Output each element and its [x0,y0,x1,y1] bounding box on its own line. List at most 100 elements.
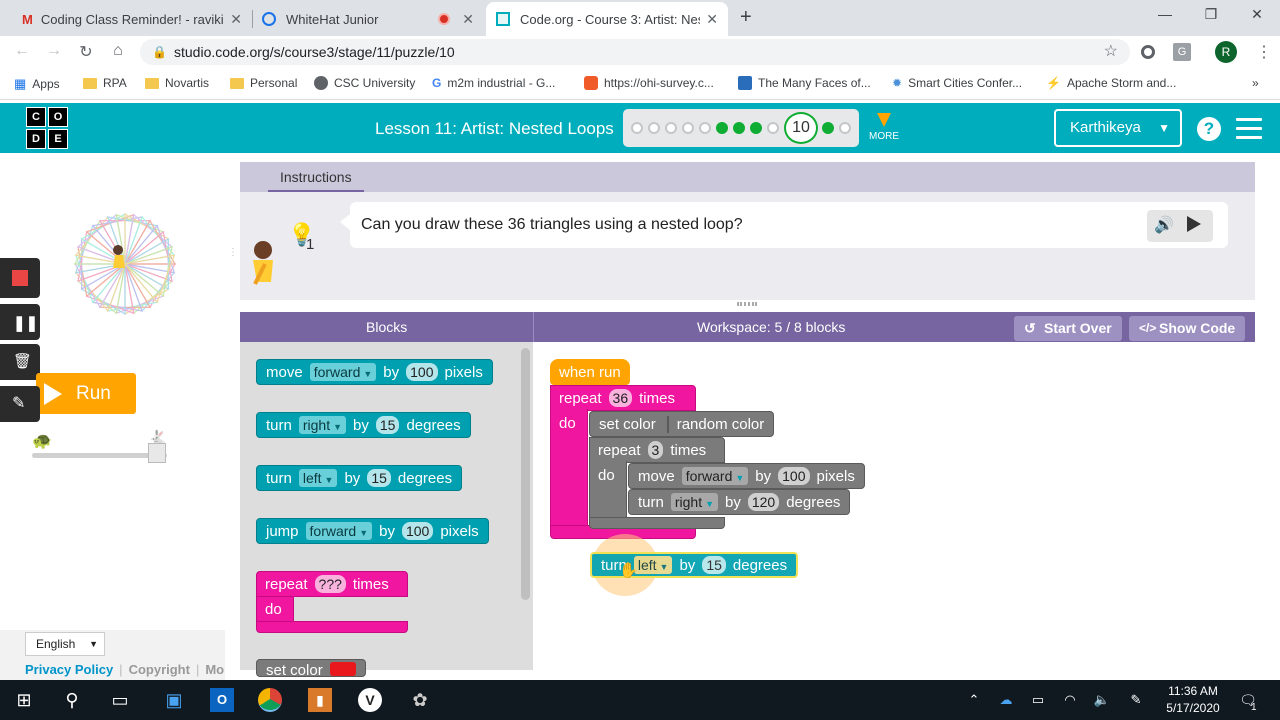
bookmark-m2m[interactable]: Gm2m industrial - G... [432,76,555,90]
direction-dropdown[interactable]: right ▼ [670,493,719,511]
bookmark-csc[interactable]: CSC University [314,76,415,90]
profile-avatar[interactable]: R [1215,41,1237,63]
progress-dot[interactable] [699,122,711,134]
url-field[interactable]: 🔒 studio.code.org/s/course3/stage/11/puz… [140,39,1130,65]
search-icon[interactable]: ⚲ [60,688,84,712]
progress-dot[interactable] [648,122,660,134]
v-app-icon[interactable]: V [358,688,382,712]
progress-dot-complete[interactable] [750,122,762,134]
toolbox-turn-left-block[interactable]: turn left ▼ by 15 degrees [256,465,463,491]
battery-icon[interactable]: ▭ [1026,688,1050,712]
restore-icon[interactable]: ❐ [1201,6,1221,23]
number-field[interactable]: 100 [778,467,810,485]
show-code-button[interactable]: </> Show Code [1129,316,1246,341]
extension-icon[interactable] [1141,45,1155,59]
forward-icon[interactable]: → [44,42,64,60]
tab-whitehat[interactable]: WhiteHat Junior ✕ [252,2,484,36]
direction-dropdown[interactable]: forward ▼ [681,467,749,485]
resize-handle-icon[interactable]: ⋮ [228,248,238,258]
speed-slider[interactable] [32,453,167,458]
bookmark-novartis[interactable]: Novartis [145,76,209,90]
run-button[interactable]: Run [36,373,136,414]
bookmark-apps[interactable]: ▦ Apps [14,76,60,92]
progress-dot[interactable] [839,122,851,134]
progress-dot-complete[interactable] [733,122,745,134]
number-field[interactable]: 15 [367,469,391,487]
volume-icon[interactable]: 🔈 [1090,688,1114,712]
new-tab-icon[interactable]: + [740,6,752,29]
progress-dot[interactable] [665,122,677,134]
start-over-button[interactable]: ↺ Start Over [1014,316,1122,341]
number-field[interactable]: 15 [375,416,400,434]
windows-start-icon[interactable]: ⊞ [12,688,36,712]
toolbox-set-color-block[interactable]: set color [256,659,366,677]
direction-dropdown[interactable]: right ▼ [298,416,347,434]
progress-dot[interactable] [682,122,694,134]
number-field[interactable]: 3 [647,441,664,459]
toolbox-jump-block[interactable]: jump forward ▼ by 100 pixels [256,518,489,544]
number-field[interactable]: 15 [702,556,726,574]
progress-dot-complete[interactable] [716,122,728,134]
menu-icon[interactable]: ⋮ [1256,42,1272,62]
number-field[interactable]: 120 [747,493,780,511]
hamburger-menu-icon[interactable] [1236,118,1262,145]
paint-icon[interactable]: ✿ [408,688,432,712]
privacy-policy-link[interactable]: Privacy Policy [25,662,113,677]
number-field[interactable]: 100 [401,522,434,540]
lesson-title[interactable]: Lesson 11: Artist: Nested Loops [375,119,614,139]
more-bookmarks-icon[interactable]: » [1252,76,1259,90]
outlook-icon[interactable]: O [210,688,234,712]
close-icon[interactable]: ✕ [462,11,474,28]
toolbox-turn-right-block[interactable]: turn right ▼ by 15 degrees [256,412,471,438]
color-swatch[interactable] [329,662,356,676]
direction-dropdown[interactable]: forward ▼ [309,363,377,381]
home-icon[interactable]: ⌂ [108,42,128,60]
recorder-draw[interactable]: ✎ [0,386,40,422]
bookmark-apache[interactable]: ⚡ Apache Storm and... [1046,76,1176,90]
recorder-pause[interactable]: ❚❚ [0,304,40,340]
minimize-icon[interactable]: — [1155,6,1175,22]
reload-icon[interactable]: ↻ [76,42,96,62]
extension-g-icon[interactable]: G [1173,43,1191,61]
set-color-block[interactable]: set color random color [589,411,775,437]
progress-dot[interactable] [631,122,643,134]
tab-gmail[interactable]: M Coding Class Reminder! - ravikira ✕ [12,2,252,36]
app-orange-icon[interactable]: ▮ [308,688,332,712]
star-icon[interactable]: ☆ [1104,39,1118,65]
direction-dropdown[interactable]: left ▼ [633,556,673,574]
back-icon[interactable]: ← [12,42,32,60]
wifi-icon[interactable]: ◠ [1058,688,1082,712]
copyright-link[interactable]: Copyright [129,662,190,677]
bookmark-smartcities[interactable]: ✹ Smart Cities Confer... [892,76,1022,90]
system-clock[interactable]: 11:36 AM 5/17/2020 [1158,683,1228,717]
toolbox-repeat-block[interactable]: repeat ??? times do [256,571,408,633]
more-arrow-icon[interactable] [877,113,891,127]
onedrive-icon[interactable]: ☁ [994,688,1018,712]
close-icon[interactable]: ✕ [706,11,718,28]
desktop-app-icon[interactable]: ▣ [162,688,186,712]
direction-dropdown[interactable]: left ▼ [298,469,338,487]
close-icon[interactable]: ✕ [230,11,242,28]
more-link[interactable]: Mo [205,662,224,677]
play-icon[interactable] [1187,216,1201,232]
number-field[interactable]: ??? [314,575,346,593]
turn-right-block[interactable]: turn right ▼ by 120 degrees [628,489,851,515]
language-select[interactable]: English ▼ [25,632,105,656]
current-puzzle-bubble[interactable]: 10 [784,112,818,144]
code-logo[interactable]: C O D E [26,107,68,149]
random-color-value[interactable]: random color [666,415,765,433]
help-button[interactable]: ? [1197,117,1221,141]
task-view-icon[interactable]: ▭ [108,688,132,712]
tab-codeorg[interactable]: Code.org - Course 3: Artist: Neste ✕ [486,2,728,36]
number-field[interactable]: 100 [406,363,438,381]
toolbox-move-block[interactable]: move forward ▼ by 100 pixels [256,359,493,385]
panel-resize-handle[interactable] [737,302,757,306]
progress-dot[interactable] [767,122,779,134]
bookmark-faces[interactable]: The Many Faces of... [738,76,871,90]
when-run-block[interactable]: when run [550,359,630,385]
number-field[interactable]: 36 [608,389,633,407]
user-menu-button[interactable]: Karthikeya ▼ [1054,109,1182,147]
progress-dot-complete[interactable] [822,122,834,134]
instructions-tab[interactable]: Instructions [268,166,364,192]
direction-dropdown[interactable]: forward ▼ [305,522,373,540]
